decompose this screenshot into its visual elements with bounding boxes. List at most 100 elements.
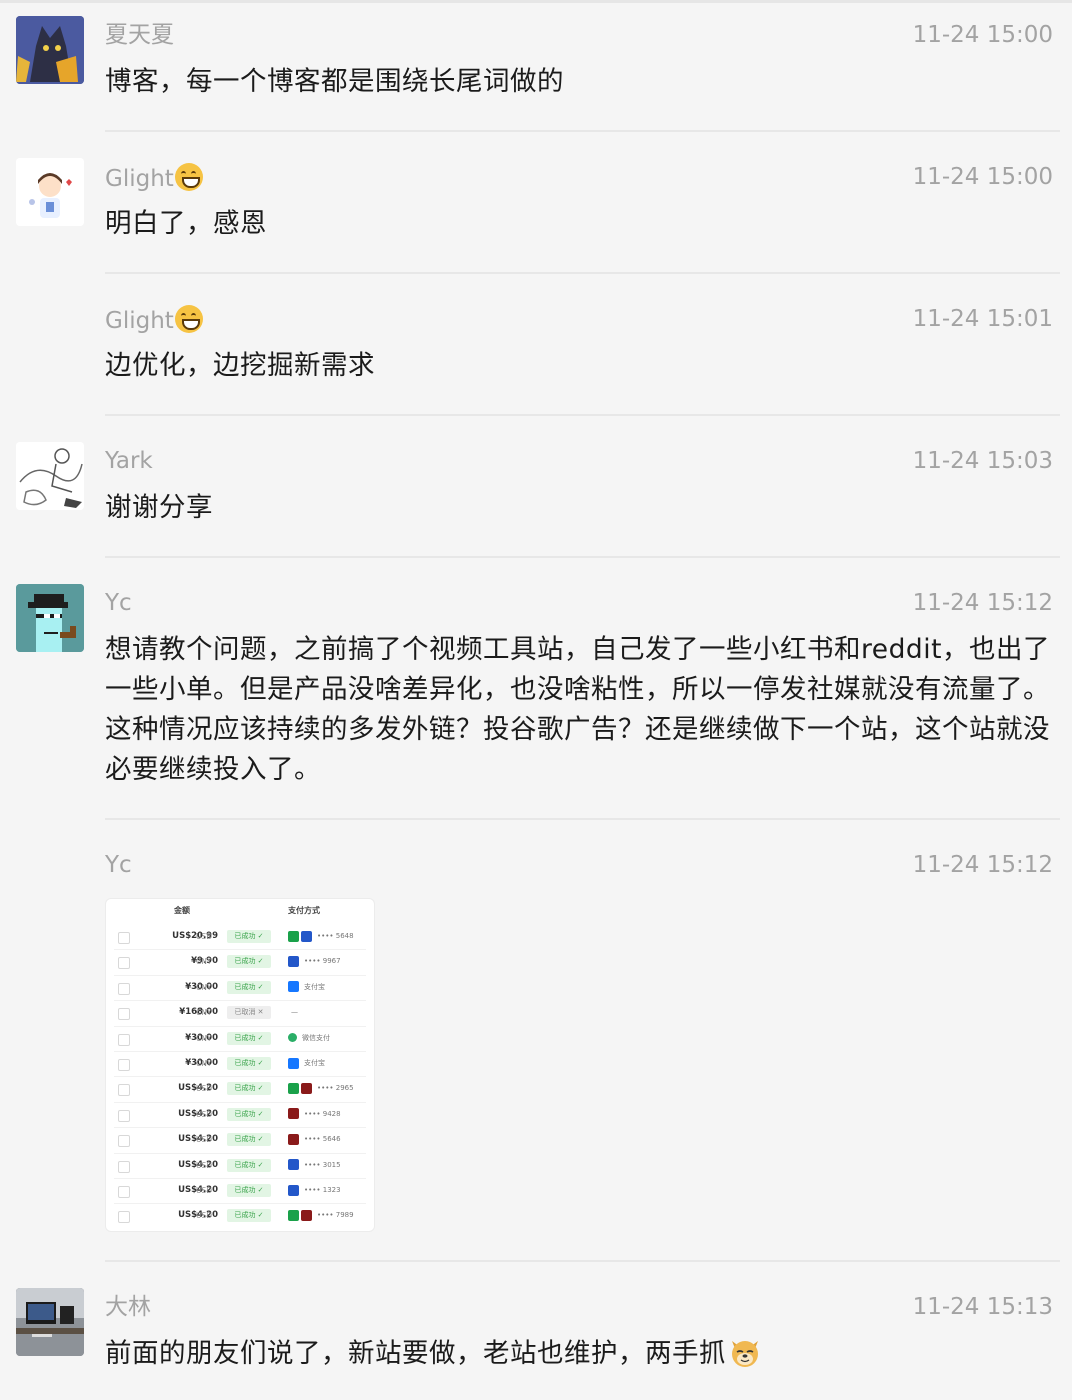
- thumb-table-row: US$4.20 USD 已成功 ✓ •••• 2965: [106, 1077, 374, 1102]
- thumb-card-number: •••• 9967: [304, 957, 341, 966]
- thumb-row-checkbox: [118, 1033, 130, 1046]
- thumb-currency: CNY: [196, 1059, 212, 1068]
- green-payment-icon: [288, 930, 299, 942]
- message-time: 11-24 15:13: [912, 1294, 1053, 1320]
- message-divider: [105, 130, 1060, 132]
- thumb-table-row: ¥30.00 CNY 已成功 ✓ 支付宝: [106, 1052, 374, 1077]
- message-text[interactable]: 明白了，感恩: [105, 204, 1058, 244]
- grinning-face-emoji-icon: [174, 305, 203, 333]
- thumb-payment-method: 支付宝: [288, 1056, 325, 1070]
- thumb-card-number: •••• 2965: [317, 1084, 354, 1093]
- blue-payment-icon: [301, 930, 312, 942]
- thumb-header-amount: 金额: [174, 906, 190, 915]
- thumb-card-number: 支付宝: [304, 982, 325, 991]
- thumb-payment-method: 支付宝: [288, 980, 325, 994]
- thumb-table-row: ¥168.00 CNY 已取消 ✕ —: [106, 1001, 374, 1026]
- thumb-currency: USD: [196, 1186, 213, 1195]
- sender-name[interactable]: 夏天夏: [105, 21, 174, 49]
- message-text-body: 前面的朋友们说了，新站要做，老站也维护，两手抓: [105, 1338, 726, 1369]
- thumb-payment-method: •••• 1323: [288, 1183, 341, 1197]
- dark-payment-icon: [288, 1133, 299, 1145]
- alipay-payment-icon: [288, 1057, 299, 1069]
- thumb-payment-method: 微信支付: [288, 1031, 330, 1045]
- thumb-row-checkbox: [118, 1059, 130, 1071]
- sender-name[interactable]: 大林: [105, 1293, 151, 1321]
- thumb-status-badge: 已成功 ✓: [227, 1184, 271, 1197]
- thumb-status-badge: 已成功 ✓: [227, 1057, 271, 1070]
- green-payment-icon: [288, 1082, 299, 1094]
- message-divider: [105, 556, 1060, 558]
- pixel-punk-avatar[interactable]: [16, 584, 84, 652]
- thumb-table-row: US$4.20 USD 已成功 ✓ •••• 3015: [106, 1154, 374, 1179]
- message-text[interactable]: 博客，每一个博客都是围绕长尾词做的: [105, 62, 1058, 102]
- sender-name[interactable]: Yc: [105, 589, 132, 617]
- thumb-card-number: •••• 9428: [304, 1109, 341, 1118]
- sketch-avatar[interactable]: [16, 442, 84, 510]
- thumb-status-badge: 已成功 ✓: [227, 955, 271, 969]
- message-time: 11-24 15:00: [912, 164, 1053, 190]
- thumb-table-row: US$4.20 USD 已成功 ✓ •••• 9428: [106, 1103, 374, 1128]
- payments-screenshot-image[interactable]: 金额 支付方式 US$20.99 USD 已成功 ✓ •••• 5648 ¥9.90 CN…: [105, 898, 375, 1232]
- sender-name[interactable]: Yark: [105, 447, 153, 475]
- thumb-status-badge: 已成功 ✓: [227, 1107, 271, 1121]
- dark-payment-icon: [301, 1082, 312, 1094]
- thumb-card-number: •••• 7989: [317, 1211, 354, 1220]
- message-text[interactable]: 边优化，边挖掘新需求: [105, 346, 1058, 386]
- thumb-row-checkbox: [118, 1135, 130, 1148]
- sender-name-text: Glight: [105, 308, 174, 334]
- thumb-payment-method: •••• 7989: [288, 1208, 354, 1222]
- wechat-payment-icon: [288, 1033, 297, 1043]
- thumb-table-row: US$4.20 USD 已成功 ✓ •••• 7989: [106, 1204, 374, 1229]
- alipay-payment-icon: [288, 981, 299, 993]
- sender-name[interactable]: Glight: [105, 163, 203, 193]
- thumb-row-checkbox: [118, 1186, 130, 1198]
- thumb-table-row: ¥9.90 CNY 已成功 ✓ •••• 9967: [106, 950, 374, 975]
- thumb-payment-method: •••• 2965: [288, 1081, 354, 1095]
- thumb-table-row: US$20.99 USD 已成功 ✓ •••• 5648: [106, 925, 374, 950]
- message-time: 11-24 15:12: [912, 852, 1053, 878]
- thumb-currency: CNY: [196, 1033, 212, 1043]
- desk-photo-avatar[interactable]: [16, 1288, 84, 1356]
- blue-payment-icon: [288, 1159, 299, 1171]
- thumb-currency: CNY: [196, 982, 212, 992]
- dark-payment-icon: [301, 1209, 312, 1221]
- chat-message: Yc 11-24 15:12 想请教个问题，之前搞了个视频工具站，自己发了一些小…: [0, 568, 1072, 820]
- thumb-row-checkbox: [118, 932, 130, 944]
- thumb-currency: USD: [196, 932, 213, 941]
- thumb-row-checkbox: [118, 1084, 130, 1097]
- thumb-table-row: ¥30.00 CNY 已成功 ✓ 微信支付: [106, 1027, 374, 1052]
- cat-avatar[interactable]: [16, 16, 84, 84]
- sender-name[interactable]: Glight: [105, 305, 203, 335]
- chat-message: 夏天夏 11-24 15:00 博客，每一个博客都是围绕长尾词做的: [0, 0, 1072, 140]
- message-text[interactable]: 前面的朋友们说了，新站要做，老站也维护，两手抓: [105, 1334, 1058, 1374]
- thumb-card-number: —: [291, 1008, 298, 1017]
- blue-payment-icon: [288, 1184, 299, 1196]
- thumb-table-row: US$4.20 USD 已成功 ✓ •••• 5646: [106, 1128, 374, 1153]
- doctor-avatar[interactable]: [16, 158, 84, 226]
- thumb-status-badge: 已成功 ✓: [227, 980, 271, 994]
- sender-name[interactable]: Yc: [105, 851, 132, 879]
- thumb-header-payment: 支付方式: [288, 906, 320, 915]
- chat-message: 大林 11-24 15:13 前面的朋友们说了，新站要做，老站也维护，两手抓: [0, 1262, 1072, 1400]
- blue-payment-icon: [288, 955, 299, 967]
- thumb-status-badge: 已成功 ✓: [227, 1133, 271, 1147]
- chat-message: Glight 11-24 15:00 明白了，感恩: [0, 142, 1072, 282]
- thumb-card-number: 支付宝: [304, 1059, 325, 1067]
- chat-message: Yark 11-24 15:03 谢谢分享: [0, 426, 1072, 566]
- green-payment-icon: [288, 1209, 299, 1221]
- thumb-status-badge: 已成功 ✓: [227, 930, 271, 943]
- doge-emoji-icon: [732, 1341, 758, 1367]
- message-time: 11-24 15:12: [912, 590, 1053, 616]
- thumb-currency: USD: [196, 1211, 213, 1221]
- message-text[interactable]: 谢谢分享: [105, 488, 1058, 528]
- sender-name-text: Glight: [105, 166, 174, 192]
- thumb-currency: USD: [196, 1135, 213, 1145]
- chat-message: Glight 11-24 15:01 边优化，边挖掘新需求: [0, 284, 1072, 424]
- thumb-status-badge: 已成功 ✓: [227, 1082, 271, 1096]
- message-divider: [105, 414, 1060, 416]
- thumb-row-checkbox: [118, 1008, 130, 1021]
- message-text[interactable]: 想请教个问题，之前搞了个视频工具站，自己发了一些小红书和reddit，也出了一些…: [105, 630, 1058, 790]
- thumb-card-number: •••• 5648: [317, 932, 354, 940]
- thumb-row-checkbox: [118, 1211, 130, 1224]
- thumb-table-row: US$4.20 USD 已成功 ✓ •••• 1323: [106, 1179, 374, 1204]
